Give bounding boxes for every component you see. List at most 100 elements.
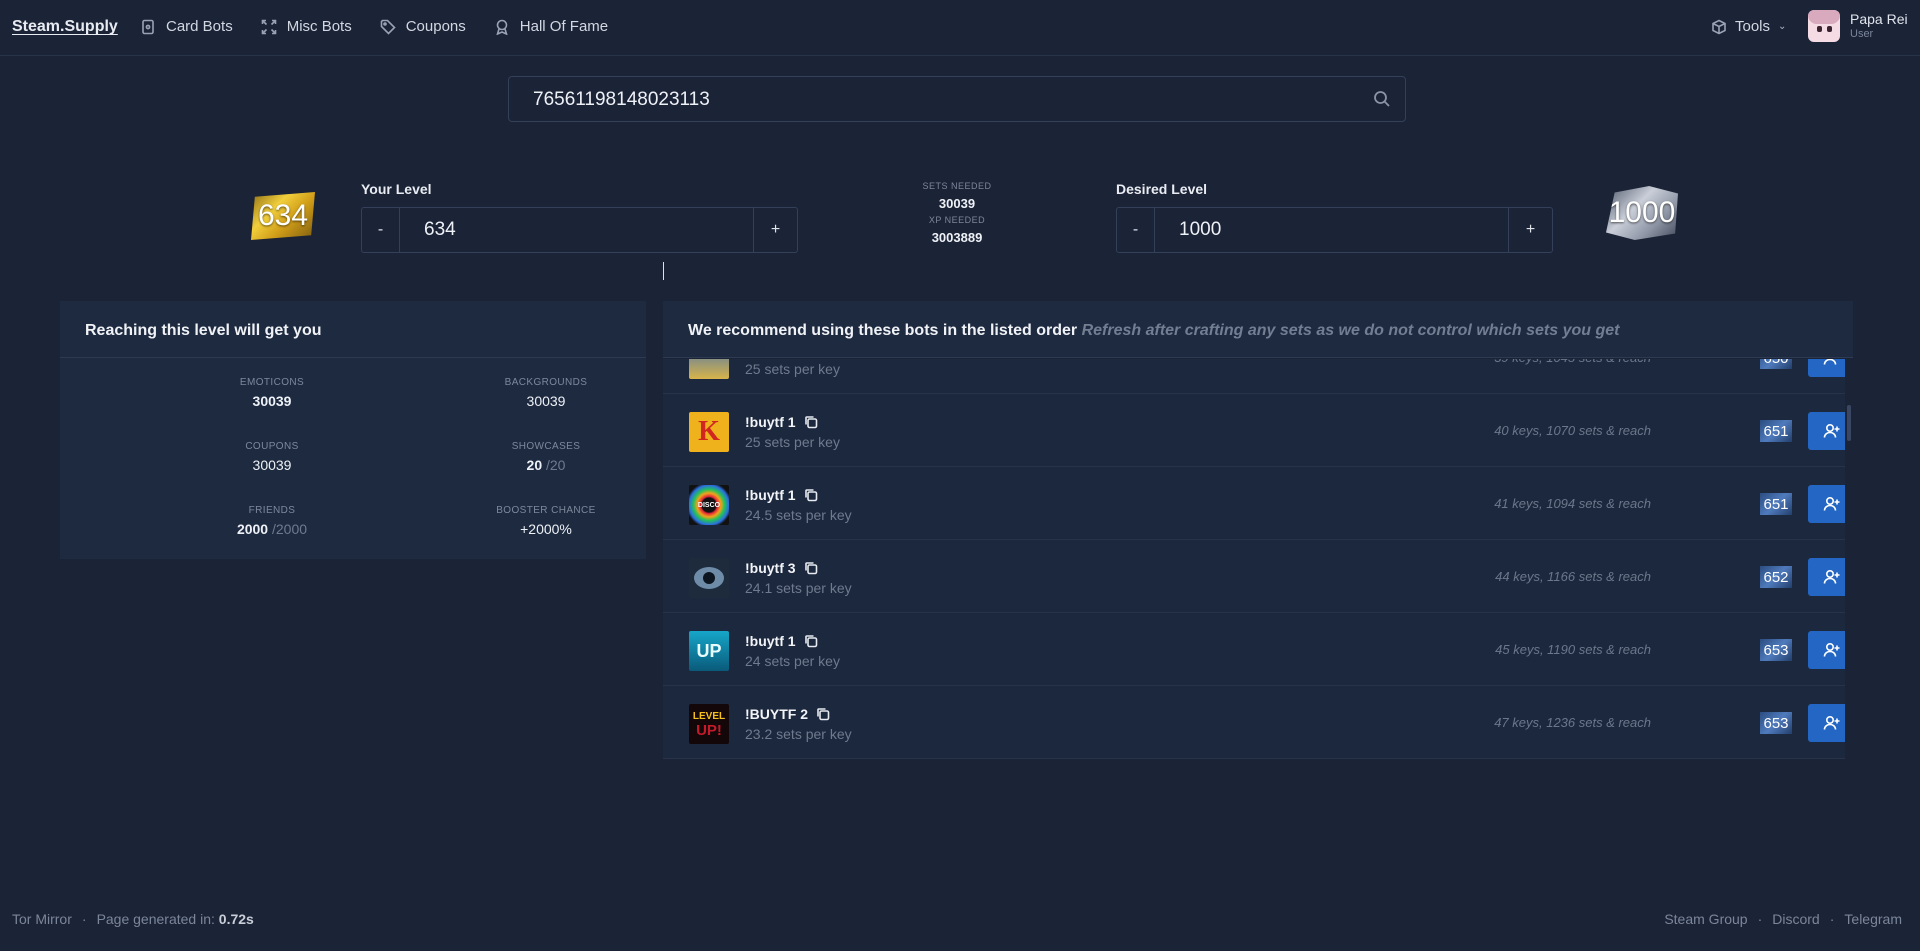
reach-level-badge: 651 <box>1760 493 1792 515</box>
discord-link[interactable]: Discord <box>1772 911 1819 927</box>
reward-emoticons: EMOTICONS 30039 <box>172 377 372 409</box>
nav-hall-of-fame-label: Hall Of Fame <box>519 18 609 35</box>
needed-summary: SETS NEEDED 30039 XP NEEDED 3003889 <box>900 181 1014 249</box>
bot-avatar: UP <box>689 631 729 671</box>
reach-level-badge: 653 <box>1760 639 1792 661</box>
your-level-input[interactable] <box>400 208 753 252</box>
bot-name: !buytf 1 <box>745 414 818 430</box>
tag-icon <box>380 19 396 35</box>
rewards-panel: Reaching this level will get you EMOTICO… <box>60 301 646 559</box>
desired-level-input[interactable] <box>1155 208 1508 252</box>
reward-label: COUPONS <box>245 441 299 452</box>
tools-dropdown[interactable]: Tools ⌄ <box>1711 18 1786 35</box>
add-user-icon <box>1823 642 1840 657</box>
add-user-icon <box>1823 569 1840 584</box>
reward-value: 30039 <box>252 457 292 473</box>
reward-booster-chance: BOOSTER CHANCE +2000% <box>446 505 646 537</box>
add-user-icon <box>1823 496 1840 511</box>
footer-left: Tor Mirror · Page generated in: 0.72s <box>12 911 254 927</box>
scrollbar-thumb[interactable] <box>1847 405 1851 441</box>
award-icon <box>496 19 508 35</box>
nav-coupons[interactable]: Coupons <box>380 18 466 35</box>
reward-label: FRIENDS <box>248 505 296 516</box>
your-level-increment-button[interactable]: + <box>753 208 797 252</box>
your-level-decrement-button[interactable]: - <box>362 208 400 252</box>
bot-row: K !buytf 1 25 sets per key 40 keys, 1070… <box>663 394 1853 467</box>
bot-row: DISCO !buytf 1 24.5 sets per key 41 keys… <box>663 467 1853 540</box>
copy-icon[interactable] <box>804 488 818 502</box>
footer-right: Steam Group · Discord · Telegram <box>1664 911 1902 927</box>
steam-group-link[interactable]: Steam Group <box>1664 911 1747 927</box>
copy-icon[interactable] <box>804 561 818 575</box>
text-cursor <box>663 262 664 280</box>
bot-reach-info: 44 keys, 1166 sets & reach <box>1495 569 1651 584</box>
bot-rate: 23.2 sets per key <box>745 726 852 742</box>
reward-value: 2000 /2000 <box>236 521 308 537</box>
tor-mirror-link[interactable]: Tor Mirror <box>12 911 72 927</box>
rewards-title: Reaching this level will get you <box>60 301 646 358</box>
reward-value: 30039 <box>252 393 292 409</box>
bots-panel: We recommend using these bots in the lis… <box>663 301 1853 759</box>
bots-subtitle: Refresh after crafting any sets as we do… <box>1081 322 1620 339</box>
bots-title: We recommend using these bots in the lis… <box>688 322 1078 339</box>
add-user-icon <box>1823 359 1837 365</box>
bots-header: We recommend using these bots in the lis… <box>663 301 1853 358</box>
bot-rate: 24.5 sets per key <box>745 507 852 523</box>
tools-label: Tools <box>1735 18 1771 35</box>
reward-coupons: COUPONS 30039 <box>172 441 372 473</box>
bot-name: !buytf 1 <box>745 487 818 503</box>
footer-separator: · <box>81 911 87 927</box>
nav-card-bots-label: Card Bots <box>166 18 233 35</box>
footer-separator: · <box>1829 911 1835 927</box>
desired-level-stepper: - + <box>1116 207 1553 253</box>
bot-rate: 25 sets per key <box>745 434 840 450</box>
bots-list: 25 sets per key 39 keys, 1045 sets & rea… <box>663 359 1853 759</box>
telegram-link[interactable]: Telegram <box>1844 911 1902 927</box>
user-menu[interactable]: Papa Rei User <box>1808 10 1908 42</box>
reward-label: EMOTICONS <box>239 377 305 388</box>
search-button[interactable] <box>1373 90 1393 110</box>
desired-level-badge: 1000 <box>1606 186 1678 240</box>
brand-link[interactable]: Steam.Supply <box>12 18 118 36</box>
bots-scrollbar[interactable] <box>1845 359 1853 759</box>
your-level-label: Your Level <box>361 181 432 197</box>
bot-avatar: DISCO <box>689 485 729 525</box>
copy-icon[interactable] <box>816 707 830 721</box>
desired-level-decrement-button[interactable]: - <box>1117 208 1155 252</box>
nav-misc-bots-label: Misc Bots <box>286 18 352 35</box>
bot-rate: 24 sets per key <box>745 653 840 669</box>
user-role: User <box>1850 28 1874 40</box>
reward-backgrounds: BACKGROUNDS 30039 <box>446 377 646 409</box>
bot-name: !buytf 3 <box>745 560 818 576</box>
copy-icon[interactable] <box>804 634 818 648</box>
steamid-search <box>508 76 1406 122</box>
bot-rate: 25 sets per key <box>745 361 840 377</box>
xp-needed-value: 3003889 <box>931 230 983 245</box>
bot-avatar <box>689 359 729 379</box>
nav-misc-bots[interactable]: Misc Bots <box>261 18 352 35</box>
copy-icon[interactable] <box>804 415 818 429</box>
top-navbar: Steam.Supply Card Bots Misc Bots Coupons… <box>0 0 1920 56</box>
card-icon <box>142 19 154 34</box>
search-icon <box>1374 91 1390 107</box>
nav-hall-of-fame[interactable]: Hall Of Fame <box>494 18 608 35</box>
chevron-down-icon: ⌄ <box>1778 21 1787 32</box>
steamid-input[interactable] <box>533 87 1333 113</box>
bot-reach-info: 39 keys, 1045 sets & reach <box>1494 359 1651 365</box>
expand-icon <box>261 19 277 34</box>
nav-links: Card Bots Misc Bots Coupons Hall Of Fame <box>140 18 608 35</box>
reward-value: +2000% <box>520 521 572 537</box>
reward-label: BACKGROUNDS <box>504 377 588 388</box>
bot-row: !buytf 3 24.1 sets per key 44 keys, 1166… <box>663 540 1853 613</box>
bots-list-viewport[interactable]: 25 sets per key 39 keys, 1045 sets & rea… <box>663 359 1853 759</box>
reward-label: SHOWCASES <box>511 441 581 452</box>
bot-reach-info: 40 keys, 1070 sets & reach <box>1494 423 1651 438</box>
footer-separator: · <box>1757 911 1763 927</box>
desired-level-increment-button[interactable]: + <box>1508 208 1552 252</box>
current-level-badge: 634 <box>251 192 315 240</box>
bot-reach-info: 41 keys, 1094 sets & reach <box>1494 496 1651 511</box>
your-level-stepper: - + <box>361 207 798 253</box>
bot-avatar <box>689 558 729 598</box>
reward-value: 20 /20 <box>526 457 566 473</box>
nav-card-bots[interactable]: Card Bots <box>140 18 233 35</box>
